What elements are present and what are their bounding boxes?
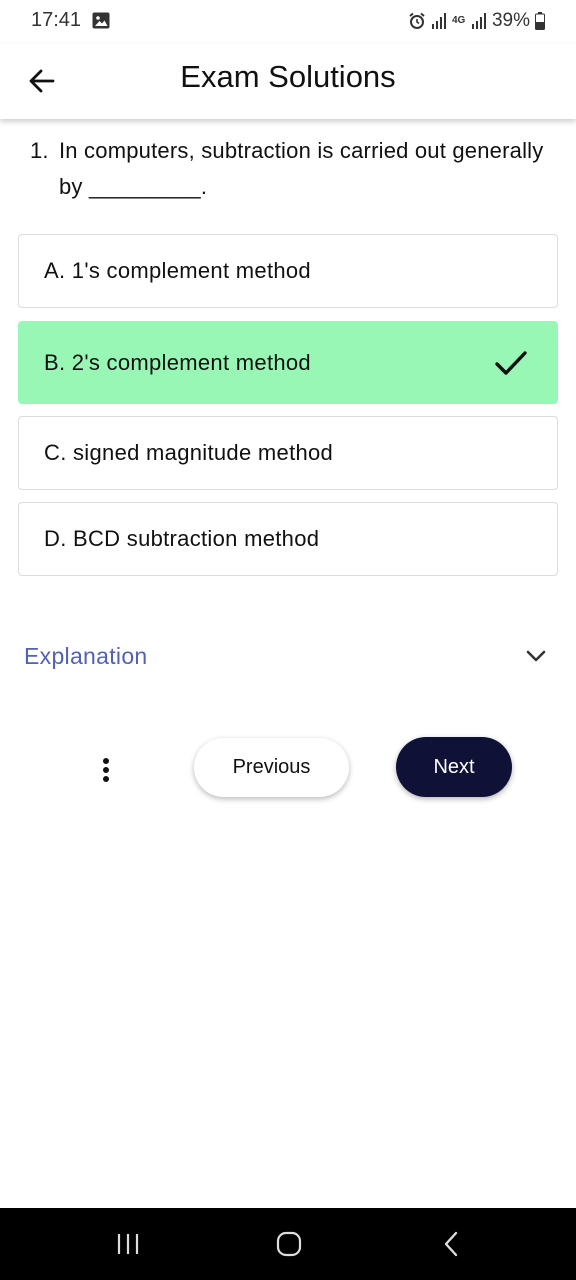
battery-level: 39% (491, 10, 530, 31)
question: 1. In computers, subtraction is carried … (30, 133, 545, 205)
explanation-label: Explanation (24, 642, 148, 669)
option-a[interactable]: A. 1's complement method (18, 234, 558, 308)
network-type: 4G (451, 15, 466, 26)
home-icon (276, 1231, 302, 1257)
check-icon (495, 350, 527, 375)
option-b-label: B. 2's complement method (44, 349, 311, 375)
status-indicators: 4G 39% (408, 9, 545, 33)
signal-icon (431, 13, 446, 29)
option-a-label: A. 1's complement method (44, 258, 311, 283)
chevron-down-icon (526, 650, 546, 662)
more-vert-icon (103, 758, 109, 764)
status-bar: 17:41 4G 39% (0, 0, 576, 44)
battery-icon (535, 12, 545, 30)
more-options-button[interactable] (94, 752, 118, 788)
option-c[interactable]: C. signed magnitude method (18, 416, 558, 490)
nav-back-icon (444, 1231, 458, 1257)
app-bar: Exam Solutions (0, 44, 576, 119)
previous-button[interactable]: Previous (194, 738, 349, 797)
option-c-label: C. signed magnitude method (44, 440, 334, 465)
option-b[interactable]: B. 2's complement method (18, 321, 558, 404)
question-number: 1. (30, 138, 49, 163)
system-nav-bar (0, 1208, 576, 1280)
option-d-label: D. BCD subtraction method (44, 526, 320, 551)
recents-button[interactable] (88, 1208, 168, 1280)
status-time: 17:41 (31, 9, 82, 31)
option-d[interactable]: D. BCD subtraction method (18, 502, 558, 576)
next-button[interactable]: Next (396, 737, 512, 797)
question-text: In computers, subtraction is carried out… (59, 138, 544, 199)
alarm-icon (409, 12, 425, 29)
explanation-toggle[interactable]: Explanation (24, 636, 552, 676)
gallery-icon (92, 12, 110, 29)
page-title: Exam Solutions (180, 59, 396, 94)
signal-icon-2 (471, 13, 486, 29)
nav-back-button[interactable] (411, 1208, 491, 1280)
recents-icon (117, 1234, 139, 1254)
home-button[interactable] (249, 1208, 329, 1280)
